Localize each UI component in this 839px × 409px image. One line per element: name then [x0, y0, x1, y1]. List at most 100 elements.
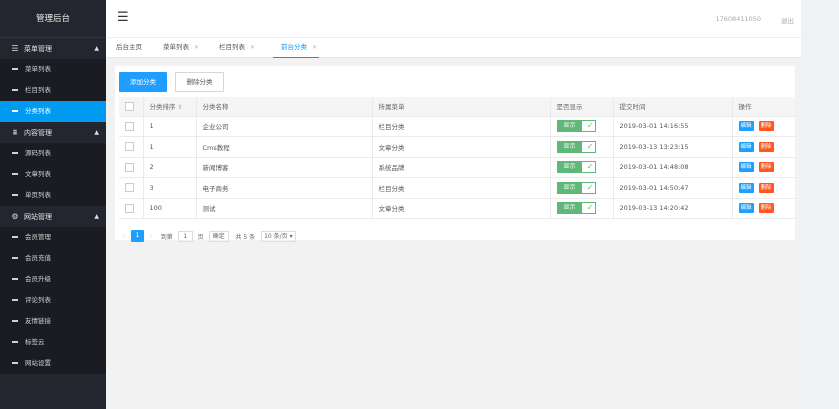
sidebar-item-label: 会员充值: [25, 254, 51, 262]
toggle-label: 显示: [557, 203, 582, 214]
total-count: 共 5 条: [235, 233, 256, 241]
row-select-cell: [119, 177, 144, 199]
edit-button[interactable]: 编辑: [738, 141, 754, 152]
sidebar-item[interactable]: 栏目列表: [0, 80, 106, 101]
logout-link[interactable]: 退出: [781, 15, 794, 25]
toggle-label: 显示: [557, 182, 582, 193]
col-sort[interactable]: 分类排序 ⇕: [143, 97, 197, 117]
dash-icon: [12, 299, 18, 301]
tab-label: 菜单列表: [163, 43, 189, 51]
category-panel: 添加分类 删除分类 分类排序 ⇕ 分类名称 所属菜单 是否显示 提交时间 操作 1…: [115, 66, 795, 242]
sidebar-item[interactable]: 文章列表: [0, 164, 106, 185]
tab-bar: 后台主页 菜单列表 ✕ 栏目列表 ✕ 前台分类 ✕: [106, 38, 801, 58]
show-toggle[interactable]: 显示 ✓: [556, 140, 596, 153]
cell-sort[interactable]: 3: [143, 177, 197, 199]
cell-name[interactable]: 电子商务: [196, 177, 373, 199]
edit-button[interactable]: 编辑: [738, 182, 754, 193]
toggle-label: 显示: [557, 141, 582, 152]
cell-show: 显示 ✓: [550, 157, 614, 178]
row-checkbox[interactable]: [125, 183, 134, 193]
show-toggle[interactable]: 显示 ✓: [556, 120, 596, 133]
sidebar-item[interactable]: 单页列表: [0, 185, 106, 206]
tab-column-list[interactable]: 栏目列表 ✕: [219, 38, 255, 58]
sidebar-item[interactable]: 会员管理: [0, 227, 106, 248]
sidebar-item[interactable]: 源码列表: [0, 143, 106, 164]
sidebar-group[interactable]: ☰ 菜单管理 ▲: [0, 38, 106, 59]
tab-front-category[interactable]: 前台分类 ✕: [273, 38, 320, 58]
sidebar-item[interactable]: 菜单列表: [0, 59, 106, 80]
cell-time: 2019-03-01 14:48:08: [613, 157, 733, 178]
tab-home[interactable]: 后台主页: [116, 38, 142, 58]
cell-sort[interactable]: 100: [143, 198, 197, 219]
sidebar-item-label: 分类列表: [25, 107, 51, 115]
check-icon: ✓: [586, 182, 594, 192]
tab-menu-list[interactable]: 菜单列表 ✕: [163, 38, 199, 58]
sidebar-item[interactable]: 友情链接: [0, 311, 106, 332]
close-icon[interactable]: ✕: [250, 44, 255, 51]
delete-button[interactable]: 删除: [758, 203, 774, 214]
edit-button[interactable]: 编辑: [738, 162, 754, 173]
user-phone[interactable]: 17608411050: [716, 15, 762, 23]
dash-icon: [12, 236, 18, 238]
col-show: 是否显示: [550, 97, 614, 117]
check-icon: ✓: [586, 121, 594, 131]
sidebar-item[interactable]: 评论列表: [0, 290, 106, 311]
cell-sort[interactable]: 1: [143, 136, 197, 158]
next-page-icon[interactable]: ›: [146, 233, 156, 240]
table-row: 3 电子商务 栏目分类 显示 ✓ 2019-03-01 14:50:47 编辑 删除: [119, 177, 795, 199]
collapse-arrow-icon: ▲: [94, 45, 99, 52]
cell-name[interactable]: 新闻博客: [196, 157, 373, 178]
main-content: 添加分类 删除分类 分类排序 ⇕ 分类名称 所属菜单 是否显示 提交时间 操作 1…: [106, 58, 801, 409]
sidebar-item[interactable]: 标签云: [0, 332, 106, 353]
sidebar-item-label: 会员升级: [25, 275, 51, 283]
delete-button[interactable]: 删除: [758, 141, 774, 152]
delete-category-button[interactable]: 删除分类: [175, 72, 224, 92]
sidebar-item[interactable]: 分类列表: [0, 101, 106, 122]
current-page[interactable]: 1: [130, 230, 144, 242]
cell-sort[interactable]: 2: [143, 157, 197, 178]
sidebar-item[interactable]: 会员升级: [0, 269, 106, 290]
dash-icon: [12, 320, 18, 322]
close-icon[interactable]: ✕: [194, 44, 199, 51]
row-checkbox[interactable]: [125, 162, 134, 172]
select-all-checkbox[interactable]: [125, 101, 134, 111]
show-toggle[interactable]: 显示 ✓: [556, 181, 596, 194]
delete-button[interactable]: 删除: [758, 162, 774, 173]
cell-name[interactable]: 企业公司: [196, 116, 373, 137]
sidebar-item[interactable]: 网站设置: [0, 353, 106, 374]
col-menu: 所属菜单: [372, 97, 551, 117]
row-checkbox[interactable]: [125, 121, 134, 131]
add-category-button[interactable]: 添加分类: [119, 72, 167, 92]
prev-page-icon[interactable]: ‹: [119, 233, 129, 240]
page-size-select[interactable]: 10 条/页 ▾: [261, 230, 296, 242]
col-name: 分类名称: [196, 97, 373, 117]
collapse-arrow-icon: ▲: [94, 129, 99, 136]
delete-button[interactable]: 删除: [758, 121, 774, 132]
row-checkbox[interactable]: [125, 203, 134, 213]
cell-sort[interactable]: 1: [143, 116, 197, 137]
edit-button[interactable]: 编辑: [738, 203, 754, 214]
sidebar-title: 管理后台: [0, 0, 106, 38]
sort-icon[interactable]: ⇕: [178, 104, 183, 111]
goto-page-input[interactable]: 1: [177, 230, 193, 242]
cell-name[interactable]: Cms教程: [196, 136, 373, 158]
goto-confirm-button[interactable]: 确定: [208, 230, 229, 242]
cell-name[interactable]: 测试: [196, 198, 373, 219]
close-icon[interactable]: ✕: [312, 44, 317, 51]
cell-show: 显示 ✓: [550, 198, 614, 219]
edit-button[interactable]: 编辑: [738, 121, 754, 132]
show-toggle[interactable]: 显示 ✓: [556, 202, 596, 215]
sidebar-item-label: 评论列表: [25, 296, 51, 304]
cell-menu: 栏目分类: [372, 177, 551, 199]
sidebar-group[interactable]: ⚙ 网站管理 ▲: [0, 206, 106, 227]
sidebar-group[interactable]: ⩩ 内容管理 ▲: [0, 122, 106, 143]
show-toggle[interactable]: 显示 ✓: [556, 161, 596, 174]
hamburger-menu-icon[interactable]: ☰: [117, 11, 129, 25]
cell-actions: 编辑 删除: [732, 177, 795, 199]
sidebar-item[interactable]: 会员充值: [0, 248, 106, 269]
dash-icon: [12, 68, 18, 70]
row-checkbox[interactable]: [125, 142, 134, 152]
dash-icon: [12, 341, 18, 343]
delete-button[interactable]: 删除: [758, 182, 774, 193]
check-icon: ✓: [586, 162, 594, 172]
